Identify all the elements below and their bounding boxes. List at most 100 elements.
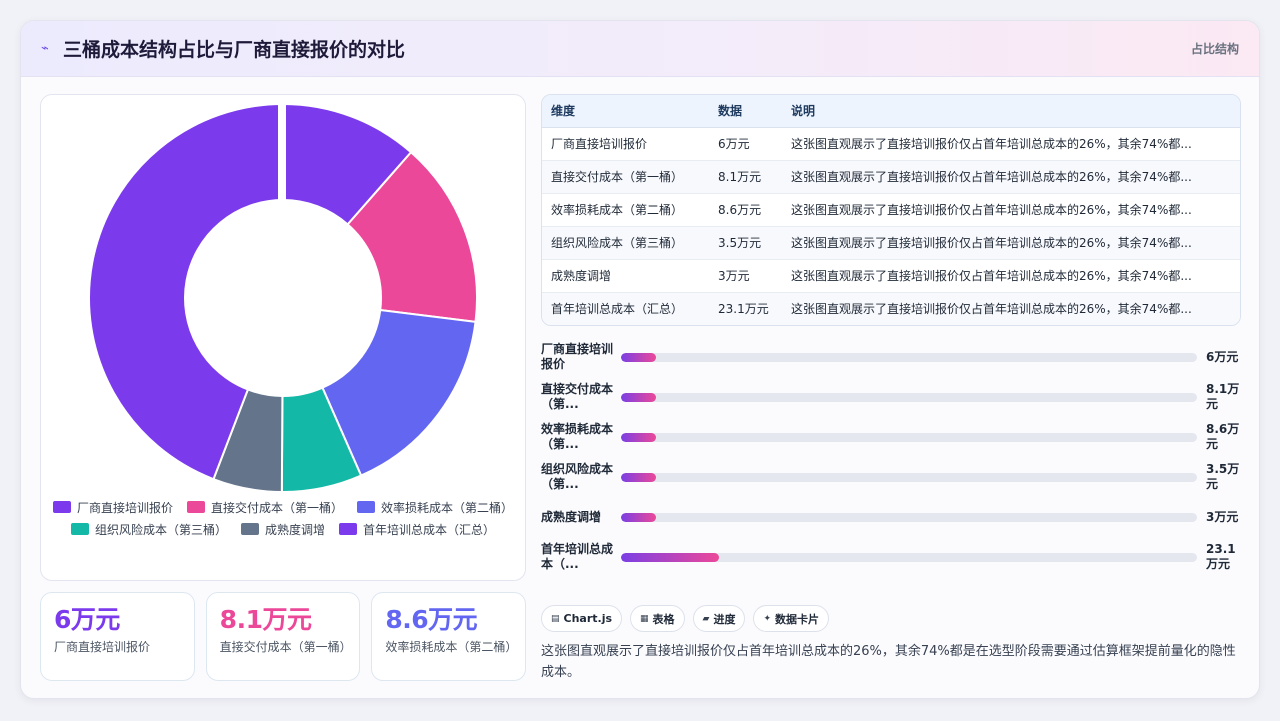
progress-row: 成熟度调增 3万元 xyxy=(541,497,1241,537)
data-table: 维度 数据 说明 厂商直接培训报价 6万元 这张图直观展示了直接培训报价仅占首年培训… xyxy=(542,95,1240,325)
table-header-cell: 维度 xyxy=(542,95,709,128)
kpi-card: 8.1万元直接交付成本（第一桶） xyxy=(205,592,361,681)
progress-value: 6万元 xyxy=(1206,349,1239,364)
progress-fill xyxy=(621,392,656,402)
kpi-value: 8.6万元 xyxy=(385,605,478,634)
legend-item[interactable]: 成熟度调增 xyxy=(240,521,325,537)
table-row: 成熟度调增 3万元 这张图直观展示了直接培训报价仅占首年培训总成本的26%，其余74… xyxy=(542,259,1240,293)
progress-row: 组织风险成本（第... 3.5万元 xyxy=(541,457,1241,497)
sparkle-icon: ✦ xyxy=(763,613,772,624)
progress-label: 直接交付成本（第... xyxy=(541,382,614,411)
card-header: ⌁ 三桶成本结构占比与厂商直接报价的对比 占比结构 xyxy=(21,21,1259,77)
table-row: 首年培训总成本（汇总） 23.1万元 这张图直观展示了直接培训报价仅占首年培训总成本… xyxy=(542,292,1240,325)
slice-separator xyxy=(278,102,286,202)
legend-swatch xyxy=(70,523,89,535)
progress-track xyxy=(621,392,1197,402)
progress-row: 效率损耗成本（第... 8.6万元 xyxy=(541,417,1241,457)
progress-label: 成熟度调增 xyxy=(541,509,602,524)
progress-track xyxy=(621,552,1197,562)
table-cell: 8.1万元 xyxy=(709,160,782,194)
kpi-card: 6万元厂商直接培训报价 xyxy=(40,592,195,681)
donut-chart[interactable] xyxy=(41,95,527,495)
legend-label: 首年培训总成本（汇总） xyxy=(363,522,496,537)
chip-progress[interactable]: ▰ 进度 xyxy=(692,605,746,632)
description-text: 这张图直观展示了直接培训报价仅占首年培训总成本的26%，其余74%都是在选型阶段… xyxy=(541,644,1236,680)
progress-list: 厂商直接培训报价 6万元直接交付成本（第... 8.1万元效率损耗成本（第... 8.… xyxy=(541,337,1241,577)
table-cell: 这张图直观展示了直接培训报价仅占首年培训总成本的26%，其余74%都... xyxy=(782,292,1240,325)
chip-label: Chart.js xyxy=(563,612,613,625)
legend-item[interactable]: 首年培训总成本（汇总） xyxy=(339,521,495,537)
table-cell: 这张图直观展示了直接培训报价仅占首年培训总成本的26%，其余74%都... xyxy=(782,193,1240,227)
legend-swatch xyxy=(357,501,375,513)
legend-label: 效率损耗成本（第二桶） xyxy=(381,500,514,515)
table-cell: 这张图直观展示了直接培训报价仅占首年培训总成本的26%，其余74%都... xyxy=(782,127,1240,161)
progress-track xyxy=(621,512,1197,522)
chip-sparkle[interactable]: ✦ 数据卡片 xyxy=(753,605,830,632)
progress-value: 3万元 xyxy=(1206,509,1239,524)
chip-label: 进度 xyxy=(713,612,736,626)
legend-item[interactable]: 效率损耗成本（第二桶） xyxy=(357,499,513,515)
progress-value: 3.5万元 xyxy=(1206,462,1240,491)
progress-row: 厂商直接培训报价 6万元 xyxy=(541,337,1241,377)
progress-label: 组织风险成本（第... xyxy=(541,462,614,491)
kpi-cards: 6万元 厂商直接培训报价 8.1万元 直接交付成本（第一桶） 8.6万元 效率损耗成本（第… xyxy=(40,592,527,681)
table-cell: 3万元 xyxy=(709,259,782,293)
progress-fill xyxy=(621,512,656,522)
pulse-icon: ⌁ xyxy=(41,41,49,56)
kpi-value: 6万元 xyxy=(54,605,120,634)
kpi-label: 效率损耗成本（第二桶） xyxy=(385,640,518,654)
legend-swatch xyxy=(240,523,259,535)
data-table-wrap: 维度 数据 说明 厂商直接培训报价 6万元 这张图直观展示了直接培训报价仅占首年培训… xyxy=(541,94,1241,326)
progress-fill xyxy=(621,472,656,482)
table-cell: 23.1万元 xyxy=(709,292,782,325)
chart-icon: ▤ xyxy=(551,613,560,624)
table-row: 组织风险成本（第三桶） 3.5万元 这张图直观展示了直接培训报价仅占首年培训总成本的… xyxy=(542,226,1240,260)
table-row: 厂商直接培训报价 6万元 这张图直观展示了直接培训报价仅占首年培训总成本的26%，其… xyxy=(542,127,1240,161)
legend-item[interactable]: 厂商直接培训报价 xyxy=(52,499,173,515)
chip-chart[interactable]: ▤ Chart.js xyxy=(541,605,623,632)
progress-value: 8.1万元 xyxy=(1206,382,1240,411)
progress-fill xyxy=(621,552,719,562)
progress-value: 23.1万元 xyxy=(1206,542,1236,571)
progress-track xyxy=(621,352,1197,362)
table-cell: 直接交付成本（第一桶） xyxy=(542,160,709,194)
progress-fill xyxy=(621,352,656,362)
progress-fill xyxy=(621,432,656,442)
progress-track xyxy=(621,472,1197,482)
progress-label: 首年培训总成本（... xyxy=(541,542,614,571)
chip-label: 数据卡片 xyxy=(775,612,820,626)
header-tag: 占比结构 xyxy=(1190,42,1239,56)
kpi-card: 8.6万元效率损耗成本（第二桶） xyxy=(371,592,527,681)
table-cell: 厂商直接培训报价 xyxy=(542,127,709,161)
legend-item[interactable]: 直接交付成本（第一桶） xyxy=(186,499,343,515)
chart-panel: 厂商直接培训报价 直接交付成本（第一桶） 效率损耗成本（第二桶） 组织风险成本（第三桶… xyxy=(40,94,526,581)
legend-item[interactable]: 组织风险成本（第三桶） xyxy=(70,521,227,537)
table-header-cell: 说明 xyxy=(782,95,1240,128)
title-wrap: ⌁ 三桶成本结构占比与厂商直接报价的对比 xyxy=(41,35,405,62)
kpi-label: 直接交付成本（第一桶） xyxy=(219,640,352,654)
table-cell: 这张图直观展示了直接培训报价仅占首年培训总成本的26%，其余74%都... xyxy=(782,259,1240,293)
legend-label: 组织风险成本（第三桶） xyxy=(94,522,227,537)
table-cell: 首年培训总成本（汇总） xyxy=(542,292,709,325)
progress-label: 厂商直接培训报价 xyxy=(541,342,614,371)
table-cell: 成熟度调增 xyxy=(542,259,709,293)
kpi-label: 厂商直接培训报价 xyxy=(54,640,151,654)
table-cell: 组织风险成本（第三桶） xyxy=(542,226,709,260)
chip-label: 表格 xyxy=(652,612,675,626)
table-cell: 这张图直观展示了直接培训报价仅占首年培训总成本的26%，其余74%都... xyxy=(782,160,1240,194)
table-body: 厂商直接培训报价 6万元 这张图直观展示了直接培训报价仅占首年培训总成本的26%，其… xyxy=(542,127,1240,325)
table-cell: 6万元 xyxy=(709,127,782,161)
table-row: 效率损耗成本（第二桶） 8.6万元 这张图直观展示了直接培训报价仅占首年培训总成本的… xyxy=(542,193,1240,227)
table-cell: 3.5万元 xyxy=(709,226,782,260)
table-header-row: 维度 数据 说明 xyxy=(542,95,1240,128)
chip-table[interactable]: ▦ 表格 xyxy=(630,605,685,632)
progress-icon: ▰ xyxy=(702,613,710,624)
chart-legend: 厂商直接培训报价 直接交付成本（第一桶） 效率损耗成本（第二桶） 组织风险成本（第三桶… xyxy=(51,499,515,537)
table-header-cell: 数据 xyxy=(709,95,782,128)
progress-track xyxy=(621,432,1197,442)
table-icon: ▦ xyxy=(640,613,649,624)
table-cell: 这张图直观展示了直接培训报价仅占首年培训总成本的26%，其余74%都... xyxy=(782,226,1240,260)
kpi-value: 8.1万元 xyxy=(219,605,312,634)
legend-label: 直接交付成本（第一桶） xyxy=(210,500,343,515)
legend-swatch xyxy=(52,501,71,513)
